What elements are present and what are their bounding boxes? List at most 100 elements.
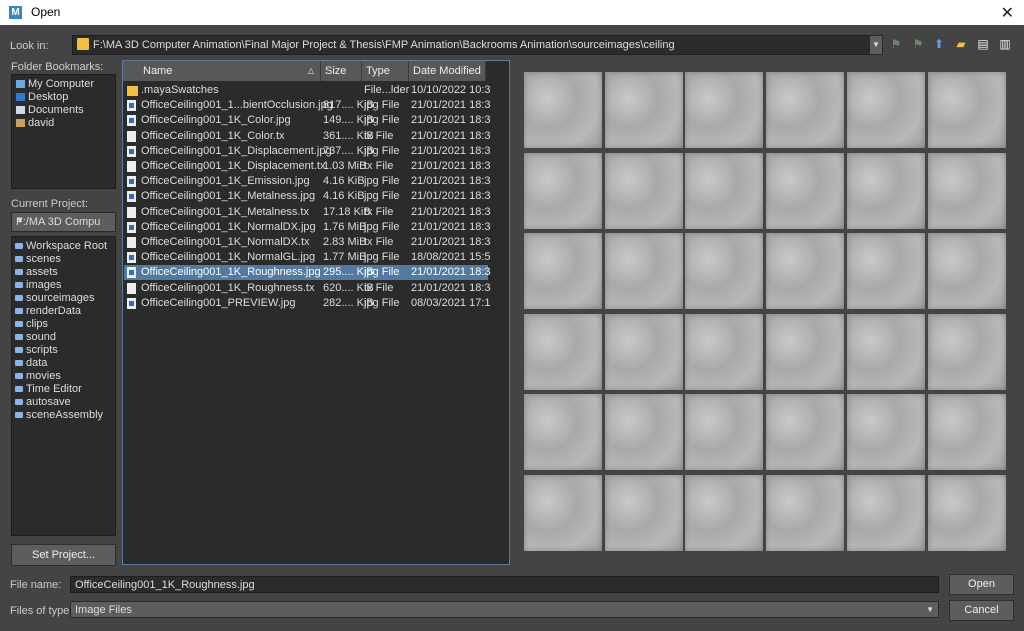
file-row[interactable]: OfficeCeiling001_1K_Metalness.jpg 4.16 Ki…: [124, 189, 497, 204]
preview-tile: [766, 72, 845, 148]
column-header-size[interactable]: Size: [321, 61, 362, 81]
folder-icon: [15, 412, 23, 419]
bookmark-david[interactable]: david: [16, 117, 54, 130]
preview-tile: [604, 394, 683, 470]
preview-tile: [846, 474, 925, 551]
file-date-cell: 21/01/2021 18:33: [411, 129, 497, 142]
column-header-name[interactable]: Name △: [123, 61, 321, 81]
project-folder-item[interactable]: data: [15, 357, 47, 370]
project-folder-item[interactable]: images: [15, 279, 61, 292]
current-project-dropdown[interactable]: F:/MA 3D Compute ▼: [11, 212, 116, 232]
folder-icon: [15, 360, 23, 367]
image-file-icon: [127, 252, 136, 264]
folder-icon: [15, 347, 23, 354]
bookmark-documents[interactable]: Documents: [16, 104, 84, 117]
project-folder-item[interactable]: autosave: [15, 396, 71, 409]
project-folder-item[interactable]: movies: [15, 370, 61, 383]
preview-tile: [685, 394, 764, 470]
forward-icon[interactable]: ⚑: [911, 37, 925, 51]
column-header-type[interactable]: Type: [362, 61, 409, 81]
project-folder-item[interactable]: renderData: [15, 305, 81, 318]
vertical-scrollbar[interactable]: [491, 81, 509, 564]
file-type-cell: jpg File: [364, 190, 400, 203]
project-folder-item[interactable]: clips: [15, 318, 48, 331]
preview-tile: [846, 152, 925, 229]
file-name-cell: OfficeCeiling001_1K_Color.jpg: [141, 114, 291, 127]
preview-tile: [927, 233, 1006, 309]
file-type-cell: File...lder: [364, 84, 410, 96]
close-icon[interactable]: ✕: [1001, 3, 1014, 23]
look-in-field[interactable]: F:\MA 3D Computer Animation\Final Major …: [72, 35, 871, 55]
preview-tile: [524, 72, 602, 148]
file-icon: [127, 161, 136, 172]
project-folders-list: Workspace Root scenes assets images sour…: [11, 236, 116, 536]
file-row[interactable]: OfficeCeiling001_1K_NormalGL.jpg 1.77 MiB…: [124, 250, 497, 265]
file-name-cell: OfficeCeiling001_1K_NormalDX.tx: [141, 236, 310, 248]
project-folder-item[interactable]: scenes: [15, 253, 61, 266]
bookmark-desktop[interactable]: Desktop: [16, 91, 68, 104]
preview-tile: [766, 152, 845, 229]
file-icon: [127, 206, 136, 218]
file-size-cell: 1.03 MiB: [323, 160, 367, 172]
file-type-cell: jpg File: [364, 220, 400, 233]
look-in-dropdown-button[interactable]: ▼: [869, 35, 883, 55]
file-type-cell: jpg File: [364, 296, 400, 309]
files-of-type-dropdown[interactable]: Image Files ▼: [70, 601, 939, 618]
project-folder-item[interactable]: sourceimages: [15, 292, 94, 305]
project-folder-item[interactable]: Time Editor: [15, 383, 82, 396]
preview-tile: [604, 474, 683, 551]
file-row[interactable]: OfficeCeiling001_1K_NormalDX.jpg 1.76 MiB…: [124, 220, 497, 235]
preview-tile: [604, 72, 683, 148]
project-folder-item[interactable]: sound: [15, 331, 56, 344]
file-row[interactable]: OfficeCeiling001_1K_Displacement.tx 1.03 …: [124, 159, 497, 174]
file-type-cell: jpg File: [364, 99, 400, 112]
file-row[interactable]: OfficeCeiling001_1K_Displacement.jpg 737.…: [124, 144, 497, 159]
file-row[interactable]: OfficeCeiling001_PREVIEW.jpg 282.... KiB j…: [124, 296, 497, 311]
bookmark-my-computer[interactable]: My Computer: [16, 78, 94, 91]
project-folder-item[interactable]: assets: [15, 266, 58, 279]
parent-folder-icon[interactable]: ⬆: [932, 37, 946, 51]
image-file-icon: [127, 221, 136, 233]
folder-icon: [15, 373, 23, 380]
image-file-icon: [127, 115, 136, 127]
file-size-cell: 4.16 KiB: [323, 190, 365, 203]
preview-tile: [846, 233, 925, 309]
file-name-input[interactable]: OfficeCeiling001_1K_Roughness.jpg: [70, 576, 939, 593]
file-row[interactable]: OfficeCeiling001_1K_Roughness.tx 620.... …: [124, 281, 497, 296]
project-folder-item[interactable]: Workspace Root: [15, 240, 107, 253]
set-project-button[interactable]: Set Project...: [11, 544, 116, 566]
file-name-cell: OfficeCeiling001_1...bientOcclusion.jpg: [141, 99, 333, 112]
file-size-cell: 4.16 KiB: [323, 175, 365, 188]
detail-view-icon[interactable]: ▥: [998, 37, 1012, 51]
computer-icon: [16, 80, 25, 89]
cancel-button[interactable]: Cancel: [949, 600, 1014, 621]
file-list[interactable]: Name △ Size Type Date Modified .mayaSwatc…: [122, 60, 510, 565]
file-row[interactable]: OfficeCeiling001_1K_Color.jpg 149.... KiB…: [124, 113, 497, 128]
file-icon: [127, 130, 136, 142]
open-button[interactable]: Open: [949, 574, 1014, 595]
file-row[interactable]: OfficeCeiling001_1K_Emission.jpg 4.16 KiB…: [124, 174, 497, 189]
list-view-icon[interactable]: ▤: [976, 37, 990, 51]
preview-tile: [766, 313, 845, 390]
file-row[interactable]: OfficeCeiling001_1...bientOcclusion.jpg 8…: [124, 98, 497, 113]
preview-tile: [927, 152, 1006, 229]
file-row[interactable]: OfficeCeiling001_1K_Color.tx 361.... KiB t…: [124, 129, 497, 144]
file-name-cell: OfficeCeiling001_PREVIEW.jpg: [141, 296, 296, 309]
bookmarks-list: My Computer Desktop Documents david: [11, 74, 116, 189]
file-row[interactable]: OfficeCeiling001_1K_NormalDX.tx 2.83 MiB t…: [124, 235, 497, 250]
chevron-down-icon: ▼: [16, 216, 24, 225]
folder-icon: [15, 334, 23, 341]
folder-icon: [15, 321, 23, 328]
file-row[interactable]: .mayaSwatches File...lder 10/10/2022 10:35: [124, 83, 497, 98]
project-folder-item[interactable]: sceneAssembly: [15, 409, 103, 422]
back-icon[interactable]: ⚑: [889, 37, 903, 51]
file-row[interactable]: OfficeCeiling001_1K_Metalness.tx 17.18 Ki…: [124, 205, 497, 220]
column-header-date[interactable]: Date Modified: [409, 61, 486, 81]
preview-tile: [927, 313, 1006, 390]
new-folder-icon[interactable]: ▰: [954, 37, 968, 51]
file-date-cell: 21/01/2021 18:33: [411, 99, 497, 112]
maya-app-icon: M: [9, 6, 22, 19]
file-date-cell: 10/10/2022 10:35: [411, 84, 497, 96]
project-folder-item[interactable]: scripts: [15, 344, 58, 357]
file-row-selected[interactable]: OfficeCeiling001_1K_Roughness.jpg 295....…: [124, 265, 497, 281]
